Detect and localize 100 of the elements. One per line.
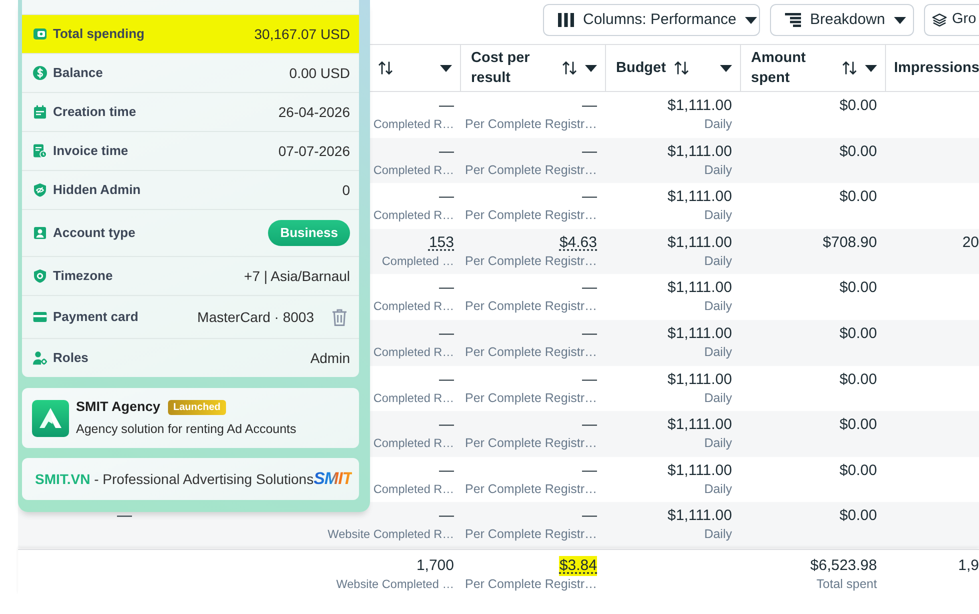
amount-spent: $0.00 <box>839 96 877 116</box>
results-count: — <box>439 415 454 436</box>
cost-per-result: — <box>582 324 597 344</box>
results-count: 153 <box>428 232 454 253</box>
budget-amount: $1,111.00 <box>667 232 732 253</box>
bars-icon <box>785 13 801 27</box>
agency-title: SMIT Agency <box>76 398 160 416</box>
cost-type: Per Complete Registr… <box>465 162 597 178</box>
amount-spent: $0.00 <box>839 370 877 390</box>
results-type: Completed R… <box>373 298 454 314</box>
invoice-clock-icon <box>33 144 47 158</box>
info-label: Timezone <box>53 267 113 285</box>
budget-amount: $1,111.00 <box>667 278 732 298</box>
wallet-icon <box>33 27 47 41</box>
budget-period: Daily <box>704 344 732 360</box>
cost-type: Per Complete Registr… <box>465 435 597 452</box>
budget-amount: $1,111.00 <box>667 96 732 116</box>
trash-icon[interactable] <box>332 308 347 326</box>
cost-per-result: $3.84 <box>559 556 597 576</box>
info-value: 26-04-2026 <box>278 103 350 122</box>
agency-logo-icon <box>32 400 69 436</box>
agency-card[interactable]: SMIT Agency Launched Agency solution for renting Ad Accounts <box>22 388 359 448</box>
results-type: Completed R… <box>373 162 454 178</box>
calendar-icon <box>33 105 47 119</box>
columns-icon <box>558 13 574 27</box>
results-count: — <box>439 370 454 390</box>
shield-icon <box>33 183 47 197</box>
results-count: — <box>439 96 454 116</box>
info-value: 0.00 USD <box>289 64 350 83</box>
info-label: Payment card <box>53 308 138 326</box>
budget-amount: $1,111.00 <box>667 506 732 526</box>
column-header[interactable]: Amount spent <box>740 45 885 91</box>
amount-spent: $0.00 <box>839 324 877 344</box>
cost-type: Per Complete Registr… <box>465 480 597 497</box>
cost-per-result: — <box>582 506 597 526</box>
budget-amount: $1,111.00 <box>667 142 732 162</box>
budget-period: Daily <box>704 480 732 497</box>
info-value: 07-07-2026 <box>278 142 350 161</box>
info-value: MasterCard · 8003 <box>197 308 314 327</box>
budget-period: Daily <box>704 162 732 178</box>
cost-per-result: — <box>582 187 597 208</box>
amount-spent: $708.90 <box>822 232 877 253</box>
budget-period: Daily <box>704 526 732 542</box>
info-label: Creation time <box>53 103 136 121</box>
budget-period: Daily <box>704 252 732 269</box>
user-badge-icon <box>33 226 47 240</box>
toolbar-button[interactable]: Gro <box>924 4 979 36</box>
amount-spent: $0.00 <box>839 460 877 481</box>
cost-per-result: $4.63 <box>559 232 597 253</box>
caret-icon <box>720 64 732 72</box>
amount-spent: $0.00 <box>839 415 877 436</box>
sort-icon <box>378 61 393 75</box>
budget-period: Daily <box>704 390 732 406</box>
layers-icon <box>932 13 947 27</box>
info-value: 30,167.07 USD <box>254 25 350 44</box>
table-cell: — <box>117 506 132 526</box>
info-value: +7 | Asia/Barnaul <box>244 267 350 286</box>
sort-icon <box>562 61 577 75</box>
amount-spent: $0.00 <box>839 506 877 526</box>
caret-icon <box>865 64 877 72</box>
results-count: — <box>439 460 454 481</box>
info-label: Balance <box>53 64 103 82</box>
amount-spent-total: $6,523.98 <box>810 556 877 576</box>
info-label: Account type <box>53 224 136 242</box>
banner-card[interactable]: SMIT.VN - Professional Advertising SolutionsSMIT <box>22 458 359 500</box>
toolbar-button[interactable]: Breakdown <box>770 4 914 36</box>
column-header[interactable]: Cost per result <box>460 45 605 91</box>
budget-period: Daily <box>704 298 732 314</box>
results-total: 1,700 <box>416 556 454 576</box>
user-gear-icon <box>33 351 47 365</box>
cost-per-result: — <box>582 415 597 436</box>
budget-amount: $1,111.00 <box>667 187 732 208</box>
results-count: — <box>439 187 454 208</box>
amount-spent: $0.00 <box>839 187 877 208</box>
sort-icon <box>842 61 857 75</box>
results-count: — <box>439 506 454 526</box>
cost-per-result: — <box>582 142 597 162</box>
banner-text: SMIT.VN - Professional Advertising Solutions <box>35 470 314 488</box>
results-type: Completed R… <box>373 344 454 360</box>
budget-amount: $1,111.00 <box>667 415 732 436</box>
column-header[interactable]: Impressions <box>885 45 979 91</box>
results-type: Completed R… <box>373 480 454 497</box>
sort-icon <box>674 61 689 75</box>
results-count: — <box>439 324 454 344</box>
cost-type: Per Complete Registr… <box>465 252 597 269</box>
budget-amount: $1,111.00 <box>667 460 732 481</box>
info-label: Hidden Admin <box>53 181 141 199</box>
agency-description: Agency solution for renting Ad Accounts <box>76 421 296 438</box>
dollar-coin-icon <box>33 66 47 80</box>
cost-per-result: — <box>582 96 597 116</box>
results-type: Completed … <box>382 252 454 269</box>
amount-spent: $0.00 <box>839 278 877 298</box>
info-label: Invoice time <box>53 142 128 160</box>
cost-type: Per Complete Registr… <box>465 344 597 360</box>
toolbar-button[interactable]: Columns: Performance <box>543 4 760 36</box>
column-header[interactable]: Budget <box>605 45 740 91</box>
results-type: Completed R… <box>373 435 454 452</box>
cost-type: Per Complete Registr… <box>465 298 597 314</box>
cost-type: Per Complete Registr… <box>465 116 597 132</box>
total-spent-label: Total spent <box>816 576 877 592</box>
